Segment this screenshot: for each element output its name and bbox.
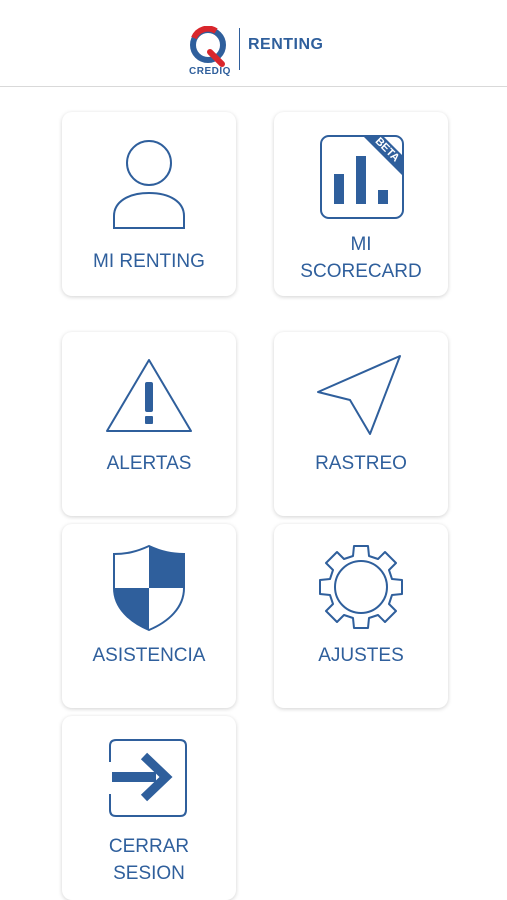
exit-arrow-icon <box>109 739 187 817</box>
crediq-logo-mark <box>190 25 226 67</box>
ajustes-label: AJUSTES <box>318 645 404 666</box>
mi-scorecard-button[interactable]: BETA MI SCORECARD <box>274 112 448 296</box>
gear-icon <box>319 545 403 629</box>
cerrar-sesion-label: CERRAR SESION <box>108 836 190 884</box>
beta-badge: BETA <box>363 135 403 176</box>
warning-icon <box>106 359 192 432</box>
brand-name: CREDIQ <box>189 66 231 77</box>
header-divider <box>239 28 240 70</box>
asistencia-label: ASISTENCIA <box>92 645 206 666</box>
shield-icon <box>113 544 185 632</box>
header-title: RENTING <box>248 36 324 53</box>
bar-chart-icon: BETA <box>320 135 404 219</box>
asistencia-button[interactable]: ASISTENCIA <box>62 524 236 708</box>
user-icon <box>113 140 185 229</box>
location-arrow-icon <box>317 355 401 435</box>
alertas-label: ALERTAS <box>106 453 192 474</box>
mi-renting-button[interactable]: MI RENTING <box>62 112 236 296</box>
mi-renting-label: MI RENTING <box>93 251 205 272</box>
rastreo-button[interactable]: RASTREO <box>274 332 448 516</box>
ajustes-button[interactable]: AJUSTES <box>274 524 448 708</box>
rastreo-label: RASTREO <box>315 453 407 474</box>
mi-scorecard-label: MI SCORECARD <box>300 234 422 282</box>
crediq-logo: CREDIQ <box>186 25 234 80</box>
cerrar-sesion-button[interactable]: CERRAR SESION <box>62 716 236 900</box>
alertas-button[interactable]: ALERTAS <box>62 332 236 516</box>
app-header: CREDIQ RENTING <box>0 0 507 87</box>
